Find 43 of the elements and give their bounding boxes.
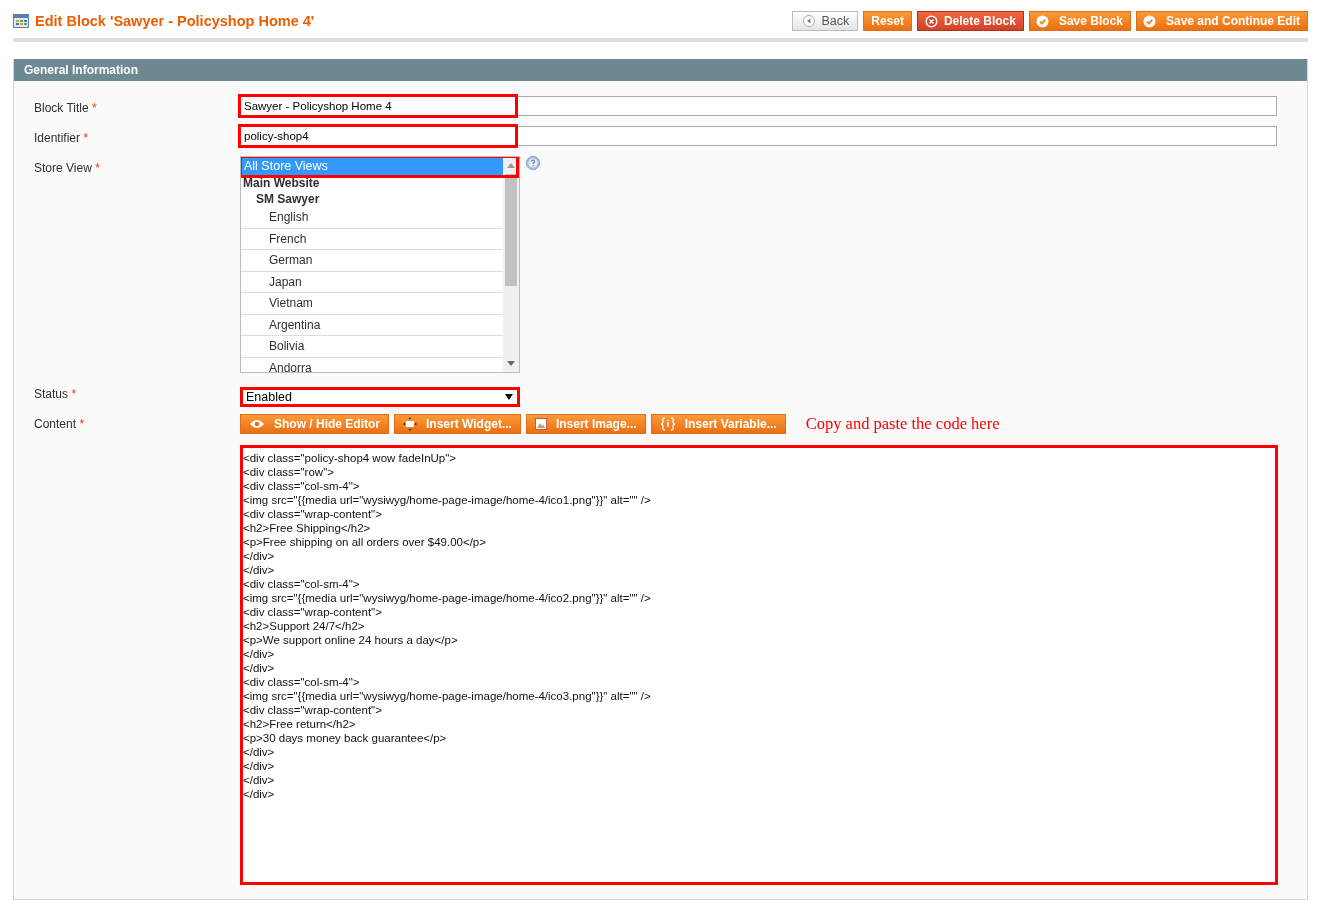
image-icon bbox=[534, 418, 547, 430]
required-mark: * bbox=[95, 161, 100, 175]
cancel-icon bbox=[924, 14, 938, 28]
scroll-down-icon[interactable] bbox=[507, 361, 515, 366]
text-field[interactable]: Sawyer - Policyshop Home 4 bbox=[240, 96, 1277, 116]
field-label: Identifier bbox=[34, 131, 81, 145]
field-label: Content bbox=[34, 417, 77, 431]
annotation-note: Copy and paste the code here bbox=[805, 414, 1000, 434]
eye-icon bbox=[249, 419, 265, 429]
required-mark: * bbox=[71, 387, 77, 401]
status-select[interactable]: Enabled bbox=[240, 387, 520, 407]
back-icon bbox=[803, 15, 816, 27]
text-field[interactable]: policy-shop4 bbox=[240, 126, 1277, 146]
list-option[interactable]: Vietnam bbox=[241, 293, 503, 315]
scrollbar[interactable] bbox=[503, 157, 519, 372]
required-mark: * bbox=[92, 101, 97, 115]
required-mark: * bbox=[83, 131, 89, 145]
back-button[interactable]: Back bbox=[792, 11, 859, 31]
option-group: SM Sawyer bbox=[241, 191, 503, 207]
required-mark: * bbox=[79, 417, 85, 431]
store-view-list[interactable]: All Store Views Main Website SM Sawyer English French German Japan Vietnam Argentina Bolivia Andorra bbox=[240, 156, 520, 373]
page-title: Edit Block 'Sawyer - Policyshop Home 4' bbox=[35, 13, 315, 29]
dropdown-icon bbox=[505, 394, 513, 400]
list-option[interactable]: English bbox=[241, 207, 503, 229]
check-icon bbox=[1035, 14, 1049, 28]
option-group: Main Website bbox=[241, 175, 503, 191]
list-option[interactable]: German bbox=[241, 250, 503, 272]
help-icon[interactable] bbox=[526, 156, 540, 170]
grid-icon bbox=[13, 14, 29, 28]
list-option[interactable]: Argentina bbox=[241, 314, 503, 336]
content-editor[interactable]: <div class="policy-shop4 wow fadeInUp"> <div class="row"> <div class="col-sm-4"> <img src="{{media url="wysiwyg/home-page-image/home-4/ico1.png"}}" alt="" /> <div class="wrap-content"> <h2>Free Shipping</h2> <p>Free shipping on all orders over $49.00</p> </div> </div> <div class="col-sm-4"> <img src="{{media url="wysiwyg/home-page-image/home-4/ico2.png"}}" alt="" /> <div class="wrap-content"> <h2>Support 24/7</h2> <p>We support online 24 hours a day</p> </div> </div> <div class="col-sm-4"> <img src="{{media url="wysiwyg/home-page-image/home-4/ico3.png"}}" alt="" /> <div class="wrap-content"> <h2>Free return</h2> <p>30 days money back guarantee</p> </div> </div> </div> </div> bbox=[240, 445, 1278, 885]
variable-icon bbox=[659, 417, 676, 431]
field-label: Status bbox=[34, 387, 69, 401]
list-option[interactable]: French bbox=[241, 228, 503, 250]
field-label: Block Title bbox=[34, 101, 89, 115]
delete-button[interactable]: Delete Block bbox=[916, 11, 1024, 31]
widget-icon bbox=[403, 417, 417, 431]
check-icon bbox=[1143, 14, 1156, 28]
section-header: General Information bbox=[14, 59, 1307, 81]
list-option[interactable]: Japan bbox=[241, 271, 503, 293]
list-option[interactable]: Bolivia bbox=[241, 336, 503, 358]
field-label: Store View bbox=[34, 161, 92, 175]
scroll-up-icon[interactable] bbox=[507, 163, 515, 168]
